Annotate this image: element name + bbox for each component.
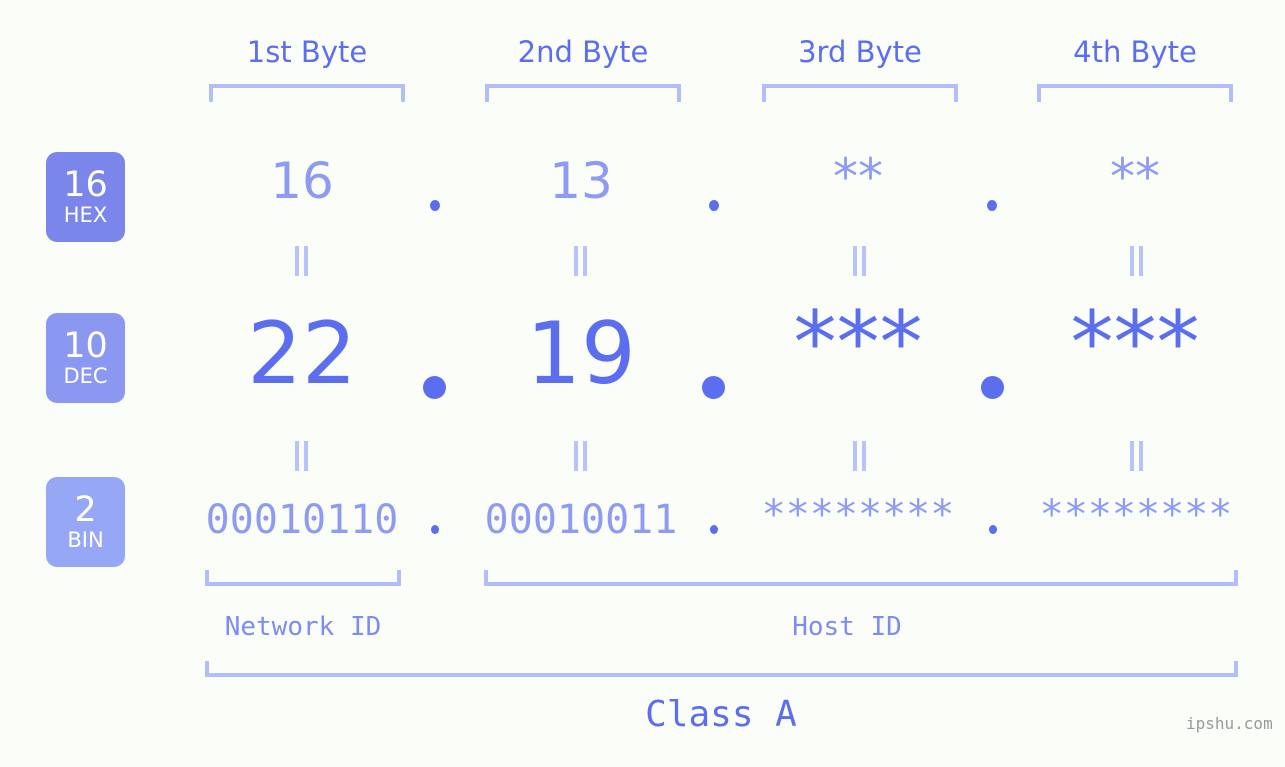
dec-byte-1: 22: [247, 304, 357, 404]
equals-marker-hex-dec-1: [295, 246, 309, 276]
base-badge-dec: 10 DEC: [46, 313, 125, 403]
network-id-bracket: [205, 570, 401, 586]
bin-separator-dot-1: [431, 525, 439, 534]
byte-header-4: 4th Byte: [1073, 35, 1197, 69]
bin-byte-1: 00010110: [205, 497, 399, 543]
host-id-bracket: [484, 570, 1238, 586]
equals-marker-dec-bin-1: [295, 441, 309, 471]
equals-marker-hex-dec-4: [1130, 246, 1144, 276]
hex-byte-2: 13: [549, 152, 613, 210]
hex-separator-dot-2: [709, 200, 719, 211]
base-badge-bin-number: 2: [74, 489, 97, 530]
byte-header-3: 3rd Byte: [798, 35, 922, 69]
equals-marker-hex-dec-3: [853, 246, 867, 276]
dec-separator-dot-3: [981, 376, 1004, 399]
base-badge-hex-number: 16: [63, 164, 108, 205]
bin-byte-3: ********: [761, 492, 955, 538]
host-id-label: Host ID: [792, 612, 902, 642]
byte-bracket-1: [209, 84, 405, 102]
hex-byte-1: 16: [270, 152, 334, 210]
ip-address-breakdown-diagram: 1st Byte 2nd Byte 3rd Byte 4th Byte 16 H…: [0, 0, 1285, 767]
network-id-label: Network ID: [224, 612, 382, 642]
base-badge-hex-label: HEX: [63, 203, 108, 228]
base-badge-bin-label: BIN: [67, 528, 104, 553]
equals-marker-hex-dec-2: [574, 246, 588, 276]
hex-byte-3: **: [833, 148, 883, 206]
dec-byte-3: ***: [793, 293, 923, 393]
base-badge-dec-number: 10: [63, 325, 108, 366]
dec-separator-dot-2: [702, 376, 725, 399]
byte-bracket-3: [762, 84, 958, 102]
hex-separator-dot-3: [987, 200, 997, 211]
bin-byte-4: ********: [1039, 492, 1233, 538]
byte-bracket-4: [1037, 84, 1233, 102]
base-badge-bin: 2 BIN: [46, 477, 125, 567]
equals-marker-dec-bin-4: [1130, 441, 1144, 471]
equals-marker-dec-bin-3: [853, 441, 867, 471]
class-label: Class A: [645, 694, 797, 735]
dec-separator-dot-1: [423, 376, 446, 399]
hex-separator-dot-1: [430, 200, 440, 211]
bin-separator-dot-3: [989, 525, 997, 534]
byte-header-2: 2nd Byte: [517, 35, 649, 69]
dec-byte-4: ***: [1070, 293, 1200, 393]
byte-header-1: 1st Byte: [246, 35, 368, 69]
byte-bracket-2: [485, 84, 681, 102]
hex-byte-4: **: [1110, 148, 1160, 206]
base-badge-dec-label: DEC: [63, 364, 108, 389]
site-watermark: ipshu.com: [1186, 714, 1273, 733]
bin-separator-dot-2: [710, 525, 718, 534]
equals-marker-dec-bin-2: [574, 441, 588, 471]
dec-byte-2: 19: [526, 304, 636, 404]
class-bracket: [205, 661, 1238, 677]
base-badge-hex: 16 HEX: [46, 152, 125, 242]
bin-byte-2: 00010011: [484, 497, 678, 543]
